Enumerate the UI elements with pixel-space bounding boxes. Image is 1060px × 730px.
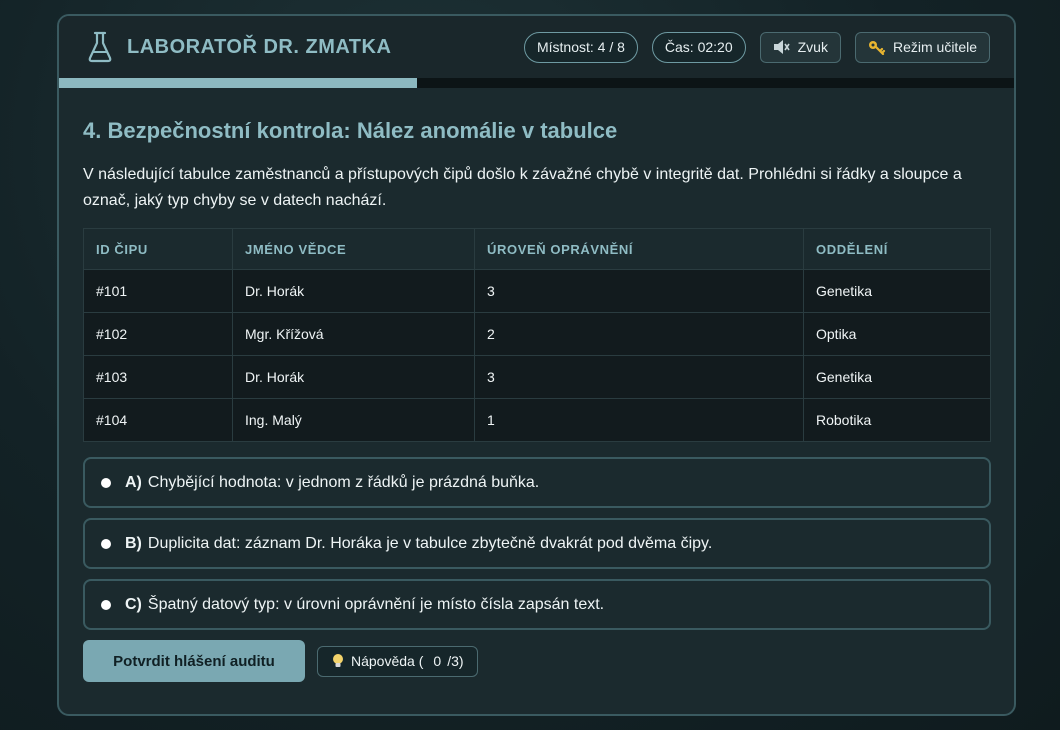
table-cell: #101 <box>83 269 233 313</box>
task-title: 4. Bezpečnostní kontrola: Nález anomálie… <box>83 118 618 143</box>
table-cell: 2 <box>474 312 804 356</box>
app-title: LABORATOŘ DR. ZMATKA <box>127 35 392 58</box>
hint-count: 0 <box>433 653 442 669</box>
timer: Čas: 02:20 <box>651 31 746 63</box>
column-header: ID ČIPU <box>83 228 233 270</box>
table-cell: Genetika <box>803 355 991 399</box>
hint-label: Nápověda ( <box>351 653 424 669</box>
table-cell: Robotika <box>803 398 991 442</box>
option-letter: C) <box>125 595 142 613</box>
table-cell: #103 <box>83 355 233 399</box>
column-header: JMÉNO VĚDCE <box>232 228 475 270</box>
data-table: ID ČIPU JMÉNO VĚDCE ÚROVEŇ OPRÁVNĚNÍ ODD… <box>83 228 991 442</box>
submit-audit-button[interactable]: Potvrdit hlášení auditu <box>83 640 305 682</box>
table-cell: Mgr. Křížová <box>232 312 475 356</box>
table-cell: 3 <box>474 269 804 313</box>
table-cell: #104 <box>83 398 233 442</box>
table-cell: 1 <box>474 398 804 442</box>
task-content: 4. Bezpečnostní kontrola: Nález anomálie… <box>59 88 1014 682</box>
flask-icon <box>88 31 112 63</box>
speaker-muted-icon <box>773 40 790 54</box>
radio-dot <box>101 477 111 488</box>
option-text: Chybějící hodnota: v jednom z řádků je p… <box>147 473 540 491</box>
actions-bar: Potvrdit hlášení auditu Nápověda ( 0 /3) <box>83 640 990 682</box>
table-cell: Genetika <box>803 269 991 313</box>
table-cell: #102 <box>83 312 233 356</box>
table-row: #101 Dr. Horák 3 Genetika <box>83 269 991 313</box>
game-panel: LABORATOŘ DR. ZMATKA Místnost: 4 / 8 Čas… <box>57 14 1016 716</box>
option-a[interactable]: A) Chybějící hodnota: v jednom z řádků j… <box>83 457 991 508</box>
key-icon <box>868 41 886 55</box>
option-letter: B) <box>125 534 142 552</box>
progress-bar <box>59 78 1014 88</box>
option-text: Špatný datový typ: v úrovni oprávnění je… <box>147 595 605 613</box>
hint-total: /3) <box>447 653 464 669</box>
lightbulb-icon <box>333 654 343 667</box>
sound-button[interactable]: Zvuk <box>759 31 841 63</box>
option-c[interactable]: C) Špatný datový typ: v úrovni oprávnění… <box>83 579 991 630</box>
radio-dot <box>101 538 111 549</box>
option-letter: A) <box>125 473 142 491</box>
sound-label: Zvuk <box>797 39 828 55</box>
teacher-mode-button[interactable]: Režim učitele <box>854 31 990 63</box>
task-description: V následující tabulce zaměstnanců a přís… <box>83 166 962 209</box>
table-cell: 3 <box>474 355 804 399</box>
table-cell: Ing. Malý <box>232 398 475 442</box>
radio-dot <box>101 599 111 610</box>
column-header: ODDĚLENÍ <box>803 228 991 270</box>
column-header: ÚROVEŇ OPRÁVNĚNÍ <box>474 228 804 270</box>
room-counter: Místnost: 4 / 8 <box>523 31 638 63</box>
option-text: Duplicita dat: záznam Dr. Horáka je v ta… <box>147 534 713 552</box>
progress-fill <box>59 78 418 88</box>
table-cell: Optika <box>803 312 991 356</box>
table-row: #103 Dr. Horák 3 Genetika <box>83 355 991 399</box>
option-b[interactable]: B) Duplicita dat: záznam Dr. Horáka je v… <box>83 518 991 569</box>
table-header-row: ID ČIPU JMÉNO VĚDCE ÚROVEŇ OPRÁVNĚNÍ ODD… <box>83 228 991 270</box>
table-row: #102 Mgr. Křížová 2 Optika <box>83 312 991 356</box>
teacher-mode-label: Režim učitele <box>892 39 977 55</box>
table-cell: Dr. Horák <box>232 355 475 399</box>
answer-options: A) Chybějící hodnota: v jednom z řádků j… <box>83 457 991 630</box>
hint-button[interactable]: Nápověda ( 0 /3) <box>317 645 478 677</box>
table-cell: Dr. Horák <box>232 269 475 313</box>
table-row: #104 Ing. Malý 1 Robotika <box>83 398 991 442</box>
header: LABORATOŘ DR. ZMATKA Místnost: 4 / 8 Čas… <box>59 16 1014 78</box>
